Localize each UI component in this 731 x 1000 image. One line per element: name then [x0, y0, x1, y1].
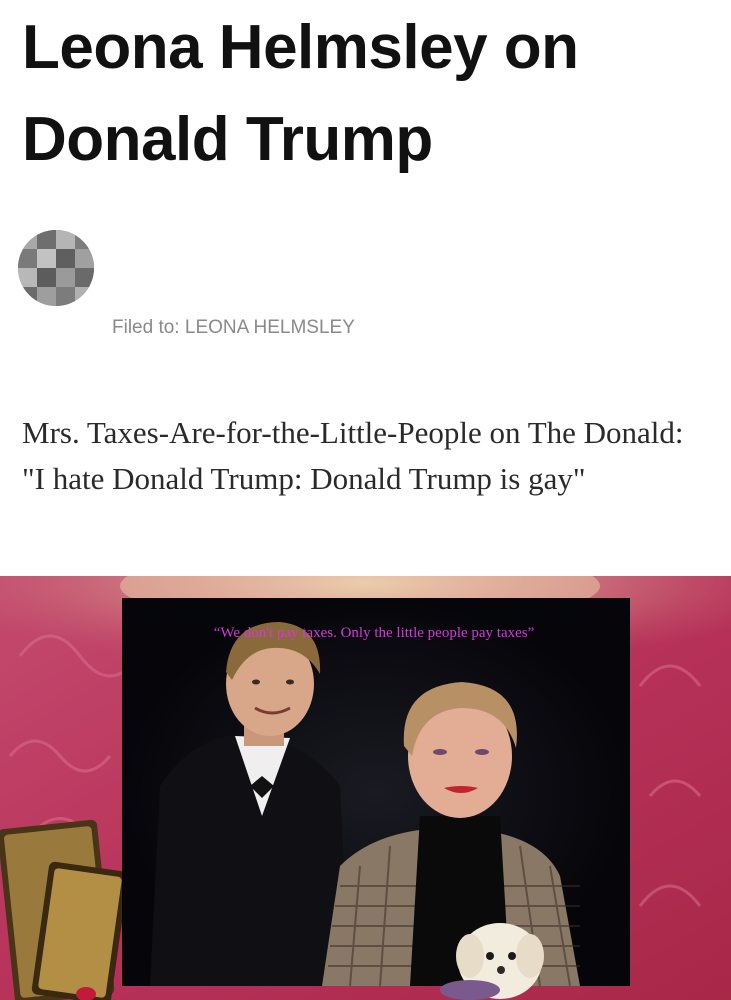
article-title: Leona Helmsley on Donald Trump — [22, 13, 579, 174]
filed-to-line: Filed to: LEONA HELMSLEY — [112, 316, 355, 340]
tag-link-leona-helmsley[interactable]: LEONA HELMSLEY — [185, 317, 355, 338]
hero-quote-caption: “We don't pay taxes. Only the little peo… — [213, 625, 535, 641]
filed-to-label: Filed to: — [112, 317, 180, 338]
author-avatar[interactable] — [18, 230, 94, 306]
article-dek: Mrs. Taxes-Are-for-the-Little-People on … — [22, 415, 684, 496]
pixelated-avatar-icon — [18, 230, 94, 306]
